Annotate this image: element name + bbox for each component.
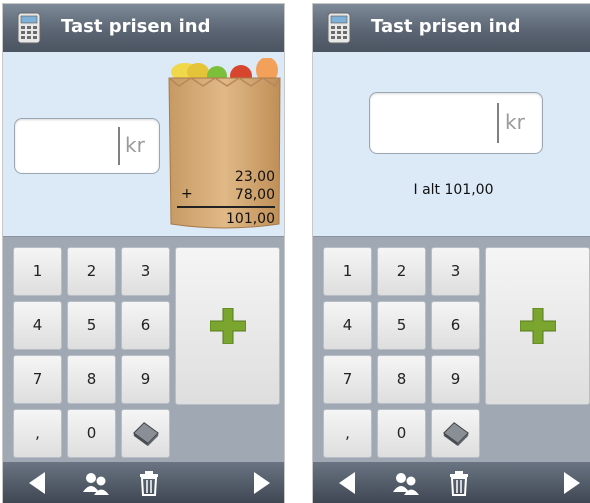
people-icon[interactable] (391, 468, 421, 498)
title-bar: Tast prisen ind (313, 4, 590, 52)
key-comma[interactable]: , (13, 409, 62, 458)
title-bar: Tast prisen ind (3, 4, 284, 52)
key-3[interactable]: 3 (431, 247, 480, 296)
arrow-left-icon[interactable] (23, 468, 53, 498)
phone-screen-1: Tast prisen ind kr 23,00 78,00 + 101,00 (3, 4, 284, 503)
add-button[interactable] (485, 247, 590, 405)
key-5[interactable]: 5 (67, 301, 116, 350)
plus-icon (210, 308, 246, 344)
price-input[interactable]: kr (14, 118, 160, 174)
trash-icon[interactable] (134, 468, 164, 498)
add-button[interactable] (175, 247, 280, 405)
text-cursor (118, 127, 120, 165)
phone-screen-2: Tast prisen ind kr I alt 101,00 1 2 3 4 … (313, 4, 590, 503)
key-2[interactable]: 2 (67, 247, 116, 296)
key-comma[interactable]: , (323, 409, 372, 458)
key-6[interactable]: 6 (431, 301, 480, 350)
trash-icon[interactable] (444, 468, 474, 498)
eraser-icon (442, 422, 469, 447)
key-6[interactable]: 6 (121, 301, 170, 350)
receipt-line-1: 23,00 (234, 169, 275, 185)
key-9[interactable]: 9 (431, 355, 480, 404)
price-unit-label: kr (125, 133, 145, 157)
total-label: I alt 101,00 (413, 182, 494, 198)
receipt-plus-sign: + (181, 186, 193, 202)
price-unit-label: kr (505, 110, 525, 134)
key-5[interactable]: 5 (377, 301, 426, 350)
key-1[interactable]: 1 (323, 247, 372, 296)
calculator-icon (327, 12, 351, 44)
key-0[interactable]: 0 (377, 409, 426, 458)
calculator-icon (17, 12, 41, 44)
key-8[interactable]: 8 (377, 355, 426, 404)
clear-button[interactable] (121, 409, 170, 458)
key-4[interactable]: 4 (13, 301, 62, 350)
arrow-left-icon[interactable] (333, 468, 363, 498)
page-title: Tast prisen ind (371, 16, 521, 37)
key-0[interactable]: 0 (67, 409, 116, 458)
key-1[interactable]: 1 (13, 247, 62, 296)
receipt-summary: 23,00 78,00 + 101,00 (177, 168, 275, 228)
people-icon[interactable] (81, 468, 111, 498)
key-7[interactable]: 7 (323, 355, 372, 404)
clear-button[interactable] (431, 409, 480, 458)
key-7[interactable]: 7 (13, 355, 62, 404)
key-4[interactable]: 4 (323, 301, 372, 350)
key-3[interactable]: 3 (121, 247, 170, 296)
bottom-toolbar (3, 462, 284, 503)
text-cursor (497, 103, 499, 143)
arrow-right-icon[interactable] (246, 468, 276, 498)
eraser-icon (132, 422, 159, 447)
receipt-divider (177, 206, 275, 208)
content-area: kr I alt 101,00 (313, 52, 590, 236)
key-2[interactable]: 2 (377, 247, 426, 296)
key-8[interactable]: 8 (67, 355, 116, 404)
plus-icon (520, 308, 556, 344)
numeric-keypad: 1 2 3 4 5 6 7 8 9 , 0 (313, 236, 590, 463)
bottom-toolbar (313, 462, 590, 503)
key-9[interactable]: 9 (121, 355, 170, 404)
page-title: Tast prisen ind (61, 16, 211, 37)
arrow-right-icon[interactable] (556, 468, 586, 498)
numeric-keypad: 1 2 3 4 5 6 7 8 9 , 0 (3, 236, 284, 463)
price-input[interactable]: kr (369, 92, 543, 154)
receipt-total: 101,00 (226, 211, 275, 227)
